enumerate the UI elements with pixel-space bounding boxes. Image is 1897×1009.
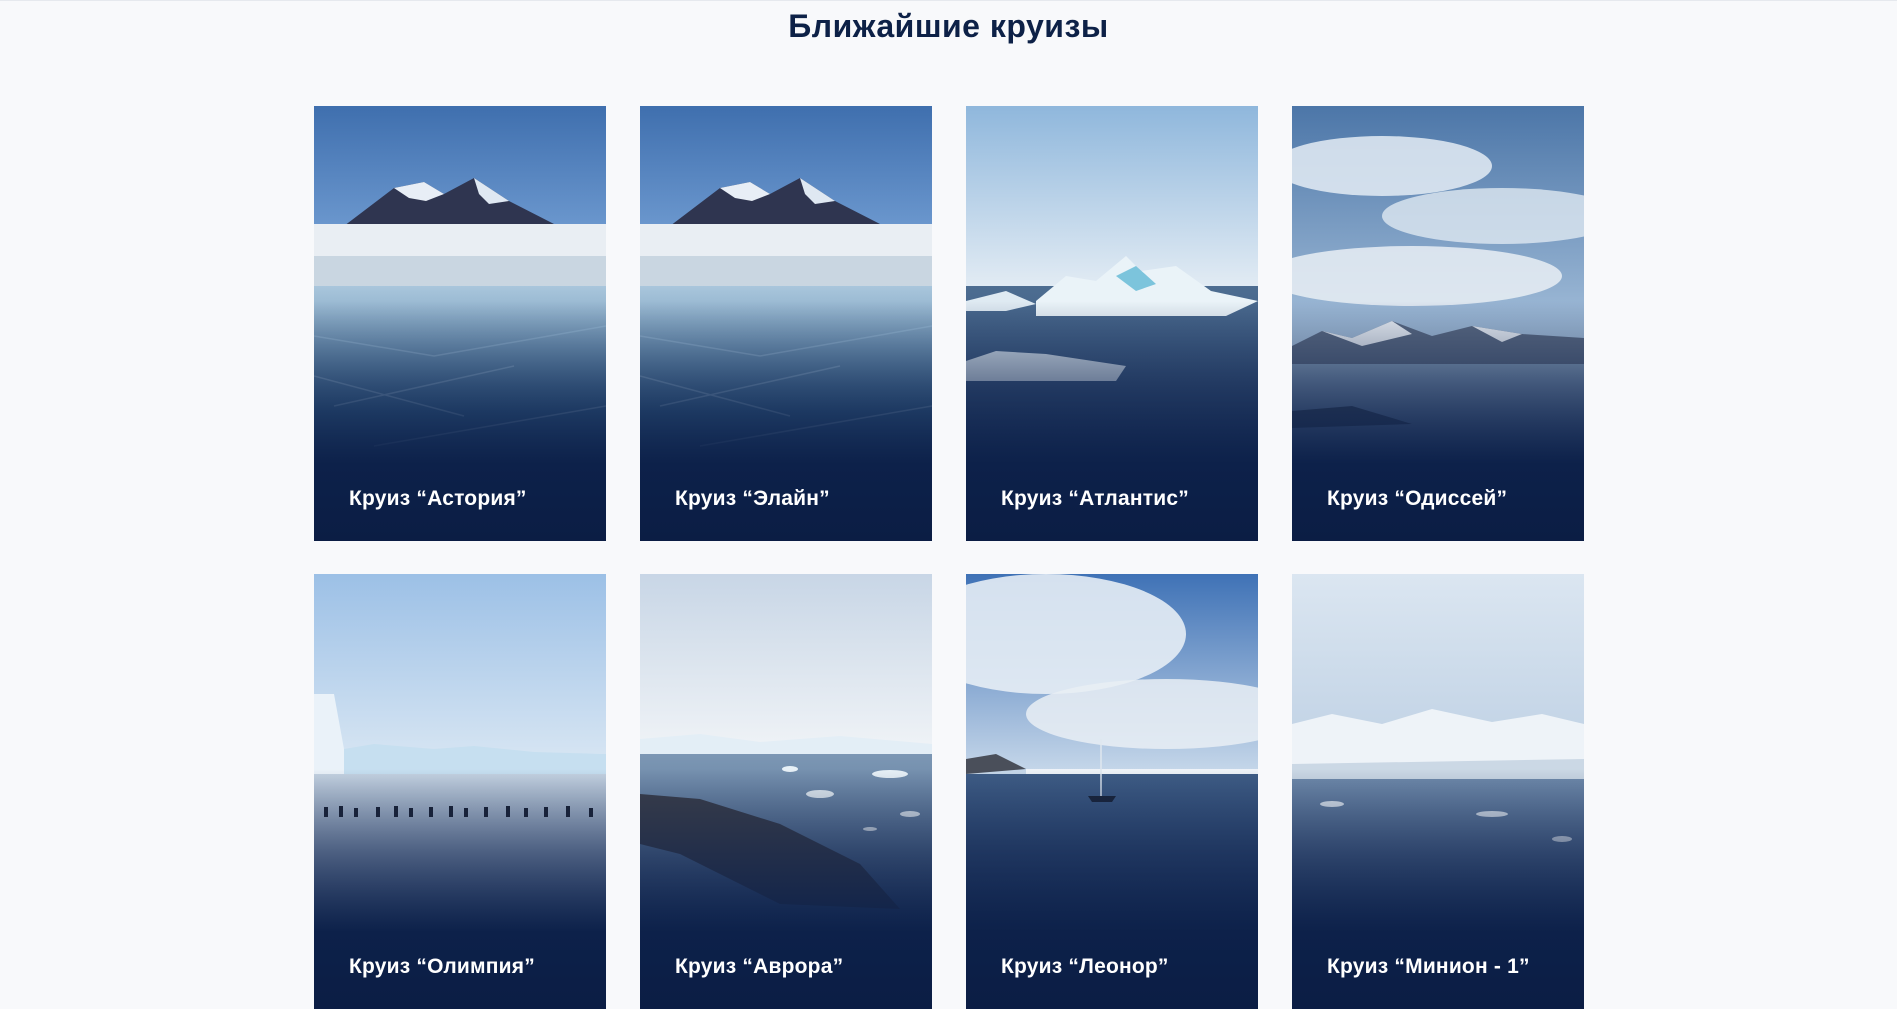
top-divider <box>0 0 1897 1</box>
cruise-card-odyssey[interactable]: Круиз “Одиссей” <box>1292 106 1584 541</box>
cruise-card-label[interactable]: Круиз “Астория” <box>349 487 527 511</box>
section-title: Ближайшие круизы <box>788 8 1109 44</box>
cruise-card-label[interactable]: Круиз “Одиссей” <box>1327 487 1507 511</box>
cruise-card-asteria[interactable]: Круиз “Астория” <box>314 106 606 541</box>
cruise-card-label[interactable]: Круиз “Леонор” <box>1001 955 1169 979</box>
cruise-card-elain[interactable]: Круиз “Элайн” <box>640 106 932 541</box>
cruise-card-label[interactable]: Круиз “Аврора” <box>675 955 843 979</box>
cruise-card-aurora[interactable]: Круиз “Аврора” <box>640 574 932 1009</box>
cruise-card-label[interactable]: Круиз “Атлантис” <box>1001 487 1189 511</box>
cruise-card-atlantis[interactable]: Круиз “Атлантис” <box>966 106 1258 541</box>
cruise-card-minion-1[interactable]: Круиз “Минион - 1” <box>1292 574 1584 1009</box>
cruise-card-leonor[interactable]: Круиз “Леонор” <box>966 574 1258 1009</box>
cruise-card-olympia[interactable]: Круиз “Олимпия” <box>314 574 606 1009</box>
cruise-card-label[interactable]: Круиз “Элайн” <box>675 487 830 511</box>
cruise-card-label[interactable]: Круиз “Минион - 1” <box>1327 955 1530 979</box>
cruise-card-label[interactable]: Круиз “Олимпия” <box>349 955 535 979</box>
